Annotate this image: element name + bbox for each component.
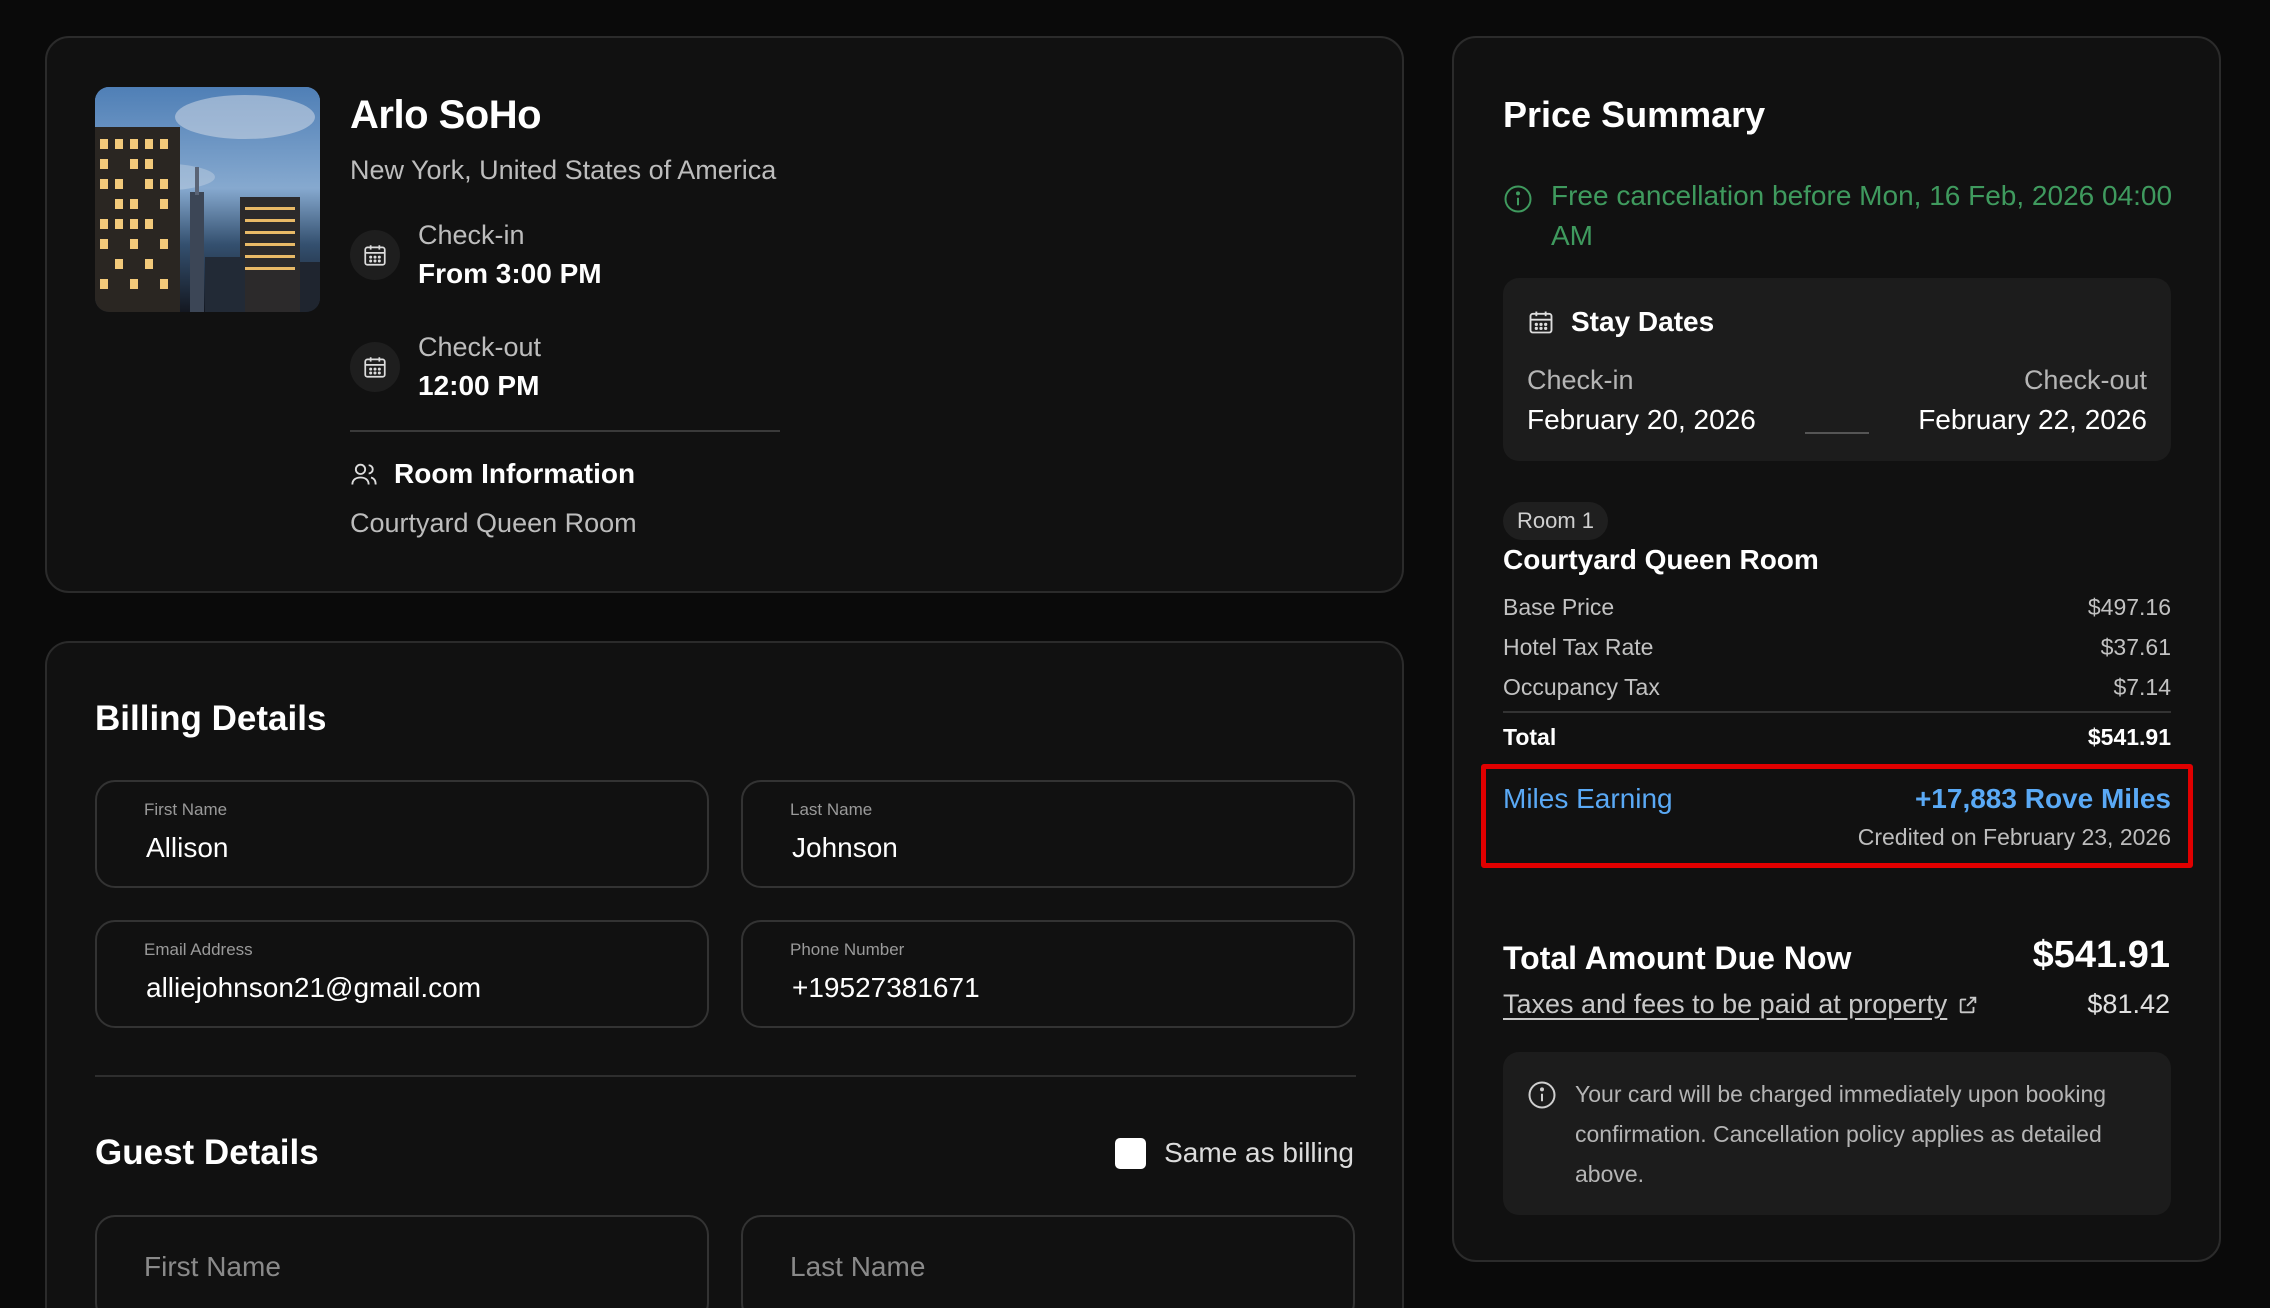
info-icon (1504, 185, 1532, 213)
price-line-hotel-tax: Hotel Tax Rate $37.61 (1503, 634, 2171, 661)
stay-checkout-label: Check-out (2023, 365, 2147, 395)
billing-last-name-field[interactable]: Last Name Johnson (741, 780, 1355, 888)
price-line-amount: $7.14 (2113, 674, 2171, 700)
amount-due-label: Total Amount Due Now (1503, 940, 1852, 976)
price-summary-title: Price Summary (1503, 94, 1766, 135)
price-line-amount: $37.61 (2100, 634, 2171, 660)
field-label: First Name (144, 800, 228, 819)
field-value[interactable]: alliejohnson21@gmail.com (146, 972, 481, 1004)
checkout-info: Check-out 12:00 PM (350, 328, 541, 406)
total-amount: $541.91 (2087, 724, 2171, 750)
price-line-label: Hotel Tax Rate (1503, 634, 1654, 660)
free-cancellation-notice: Free cancellation before Mon, 16 Feb, 20… (1503, 176, 2183, 256)
billing-email-field[interactable]: Email Address alliejohnson21@gmail.com (95, 920, 709, 1028)
checkin-info: Check-in From 3:00 PM (350, 216, 602, 294)
price-line-amount: $497.16 (2087, 594, 2171, 620)
billing-card: Billing Details First Name Allison Last … (45, 641, 1404, 1308)
field-label: Email Address (144, 940, 253, 959)
calendar-icon (1529, 311, 1553, 334)
taxes-fees-link[interactable]: Taxes and fees to be paid at property (1503, 989, 1979, 1020)
stay-checkin-label: Check-in (1527, 365, 1634, 395)
stay-checkout: Check-out February 22, 2026 (1918, 360, 2147, 440)
charge-notice-box: Your card will be charged immediately up… (1503, 1052, 2171, 1215)
charge-notice-text: Your card will be charged immediately up… (1575, 1081, 2107, 1187)
same-as-billing-label[interactable]: Same as billing (1164, 1137, 1354, 1169)
miles-earning-value: +17,883 Rove Miles (1914, 783, 2171, 814)
divider (95, 1075, 1356, 1077)
billing-phone-field[interactable]: Phone Number +19527381671 (741, 920, 1355, 1028)
field-value[interactable]: Allison (146, 832, 228, 864)
divider (1503, 711, 2171, 713)
total-label: Total (1503, 724, 1557, 750)
miles-earning-label: Miles Earning (1503, 783, 1673, 814)
stay-checkin: Check-in February 20, 2026 (1527, 360, 1756, 440)
checkout-time: 12:00 PM (418, 370, 540, 401)
users-icon (351, 463, 377, 485)
date-separator (1805, 432, 1869, 434)
taxes-fees-link-text[interactable]: Taxes and fees to be paid at property (1503, 989, 1947, 1020)
stay-dates-title: Stay Dates (1571, 306, 1715, 337)
billing-title: Billing Details (95, 699, 327, 738)
field-placeholder[interactable]: Last Name (790, 1251, 925, 1283)
price-line-occupancy-tax: Occupancy Tax $7.14 (1503, 674, 2171, 701)
guest-last-name-field[interactable]: Last Name (741, 1215, 1355, 1308)
hotel-card: Arlo SoHo New York, United States of Ame… (45, 36, 1404, 593)
guest-first-name-field[interactable]: First Name (95, 1215, 709, 1308)
room-type: Courtyard Queen Room (350, 508, 637, 538)
miles-credit-note: Credited on February 23, 2026 (1857, 824, 2171, 850)
hotel-name: Arlo SoHo (350, 93, 542, 137)
stay-dates-box: Stay Dates Check-in February 20, 2026 Ch… (1503, 278, 2171, 461)
same-as-billing-toggle[interactable]: Same as billing (1115, 1137, 1354, 1169)
room-name: Courtyard Queen Room (1503, 544, 1819, 575)
room-info-heading: Room Information (350, 458, 635, 490)
field-placeholder[interactable]: First Name (144, 1251, 281, 1283)
room-badge: Room 1 (1503, 502, 1609, 540)
guest-title: Guest Details (95, 1133, 319, 1172)
stay-checkout-date: February 22, 2026 (1918, 404, 2147, 435)
external-link-icon[interactable] (1957, 994, 1979, 1016)
room-info-label: Room Information (394, 458, 636, 489)
calendar-icon (350, 230, 400, 280)
price-line-label: Base Price (1503, 594, 1615, 620)
taxes-fees-amount: $81.42 (2087, 989, 2170, 1019)
checkout-label: Check-out (418, 332, 542, 362)
stay-checkin-date: February 20, 2026 (1527, 404, 1756, 435)
field-value[interactable]: +19527381671 (792, 972, 980, 1004)
price-line-total: Total $541.91 (1503, 724, 2171, 751)
calendar-icon (350, 342, 400, 392)
field-value[interactable]: Johnson (792, 832, 898, 864)
checkin-label: Check-in (418, 220, 525, 250)
free-cancellation-text: Free cancellation before Mon, 16 Feb, 20… (1551, 180, 2173, 251)
price-line-label: Occupancy Tax (1503, 674, 1660, 700)
divider (350, 430, 780, 432)
hotel-photo (95, 87, 320, 312)
checkin-time: From 3:00 PM (418, 258, 602, 289)
same-as-billing-checkbox[interactable] (1115, 1137, 1147, 1169)
price-summary-card: Price Summary Free cancellation before M… (1452, 36, 2221, 1262)
hotel-location: New York, United States of America (350, 155, 777, 185)
price-line-base: Base Price $497.16 (1503, 594, 2171, 621)
field-label: Last Name (790, 800, 873, 819)
field-label: Phone Number (790, 940, 905, 959)
amount-due-value: $541.91 (2032, 934, 2170, 976)
miles-earning-highlight: Miles Earning +17,883 Rove Miles Credite… (1481, 764, 2193, 868)
checkout-page: Arlo SoHo New York, United States of Ame… (0, 0, 2270, 1308)
billing-first-name-field[interactable]: First Name Allison (95, 780, 709, 888)
stay-dates-heading: Stay Dates (1527, 306, 1714, 338)
info-icon (1528, 1081, 1556, 1109)
